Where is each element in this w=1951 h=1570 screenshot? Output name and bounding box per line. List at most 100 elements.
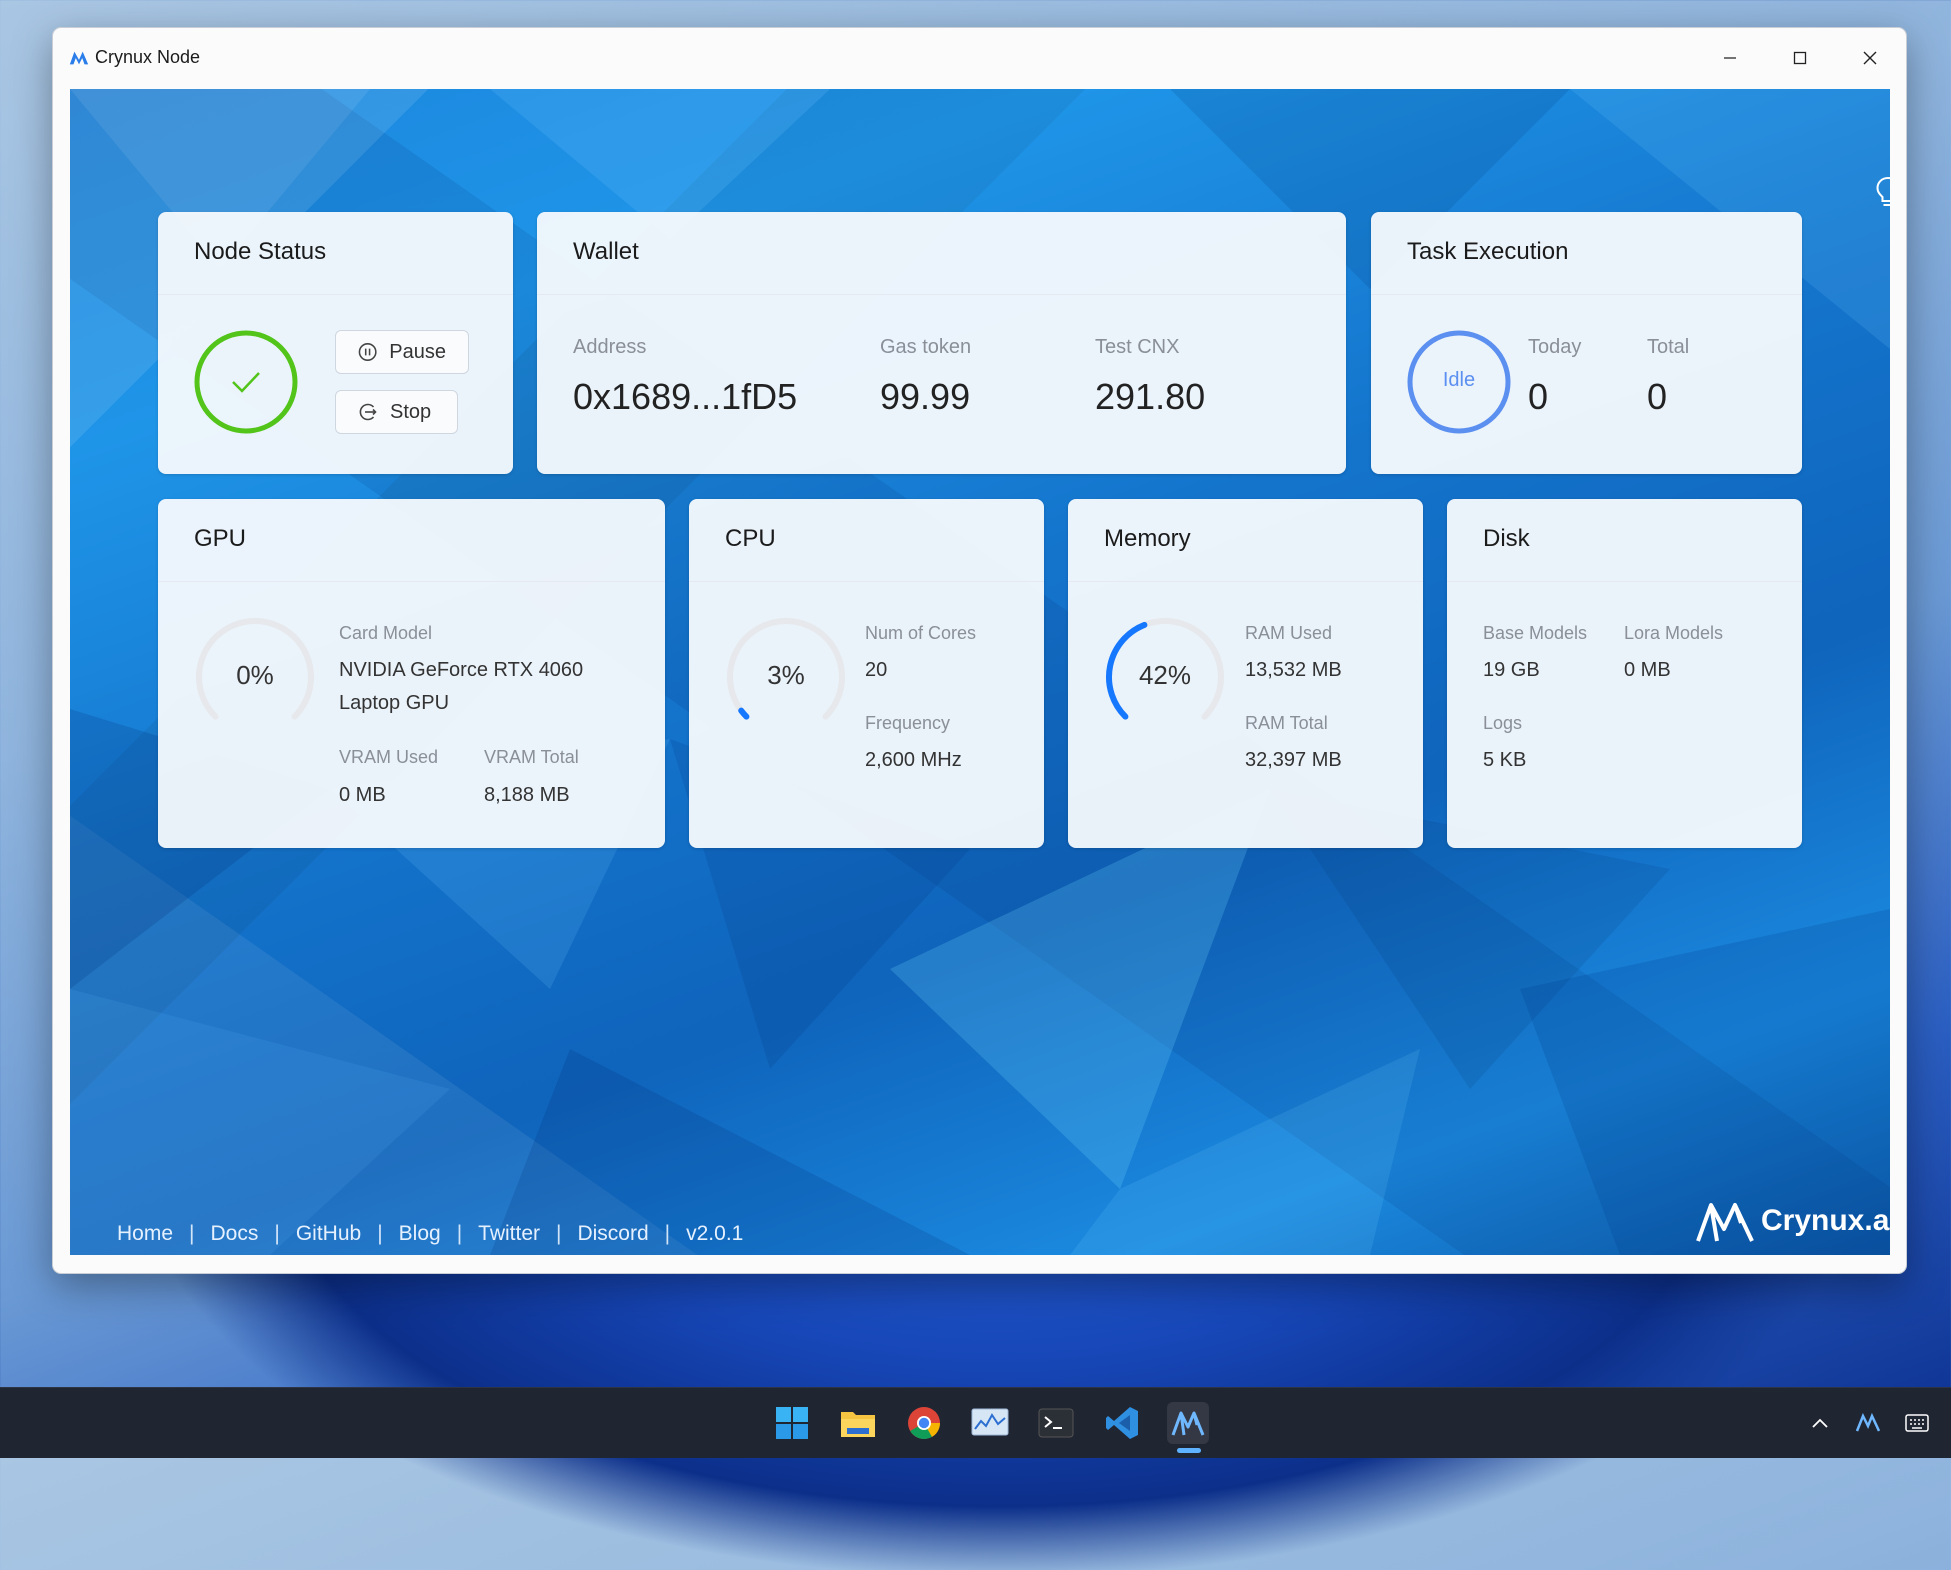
- keyboard-glyph: [1905, 1414, 1929, 1432]
- node-status-card: Node Status Pause Stop: [158, 212, 513, 474]
- logs-label: Logs: [1483, 713, 1523, 733]
- folder-icon: [841, 1412, 875, 1437]
- vram-used-value: 0 MB: [339, 784, 386, 806]
- ram-total-value: 32,397 MB: [1245, 749, 1342, 771]
- close-icon: [1863, 51, 1877, 65]
- total-label: Total: [1647, 336, 1690, 358]
- lora-models-value: 0 MB: [1624, 659, 1671, 681]
- main-content: Node Status Pause Stop Wallet Address 0x…: [70, 89, 1890, 1255]
- brand-logo[interactable]: Crynux.ai: [1695, 1199, 1890, 1243]
- footer-link-discord[interactable]: Discord: [577, 1222, 648, 1245]
- divider: [689, 581, 1044, 582]
- address-value[interactable]: 0x1689...1fD5: [573, 376, 797, 418]
- cpu-usage-text: 3%: [767, 660, 805, 690]
- wallet-card: Wallet Address 0x1689...1fD5 Gas token 9…: [537, 212, 1346, 474]
- minimize-button[interactable]: [1710, 40, 1750, 76]
- address-label: Address: [573, 336, 647, 358]
- today-label: Today: [1528, 336, 1582, 358]
- separator: |: [189, 1222, 195, 1245]
- card-title: Task Execution: [1407, 238, 1569, 265]
- crynux-app-icon: [1171, 1411, 1205, 1436]
- gas-token-label: Gas token: [880, 336, 972, 358]
- window-title: Crynux Node: [95, 47, 201, 67]
- separator: |: [664, 1222, 671, 1245]
- crynux-tray-icon[interactable]: [1848, 1402, 1888, 1444]
- separator: |: [274, 1222, 280, 1245]
- divider: [1447, 581, 1802, 582]
- base-models-value: 19 GB: [1483, 659, 1540, 681]
- separator: |: [556, 1222, 562, 1245]
- keyboard-icon[interactable]: [1897, 1402, 1937, 1444]
- crynux-logo-icon: [69, 51, 89, 65]
- logs-value: 5 KB: [1483, 749, 1527, 771]
- windows-start-icon[interactable]: [771, 1402, 813, 1444]
- file-explorer-icon[interactable]: [837, 1402, 879, 1444]
- memory-usage-text: 42%: [1138, 660, 1192, 690]
- divider: [537, 294, 1346, 295]
- ram-used-value: 13,532 MB: [1245, 659, 1342, 681]
- crynux-brand-icon: [1696, 1203, 1754, 1242]
- separator: |: [456, 1222, 463, 1245]
- active-app-indicator: [1177, 1448, 1201, 1453]
- divider: [158, 294, 513, 295]
- card-model-label: Card Model: [339, 623, 433, 643]
- monitor-chart-icon: [971, 1408, 1009, 1436]
- close-button[interactable]: [1850, 40, 1890, 76]
- app-window: Crynux Node Node Status Pause Stop Walle…: [52, 27, 1907, 1274]
- vscode-icon[interactable]: [1101, 1402, 1143, 1444]
- chevron-up-icon[interactable]: [1800, 1402, 1840, 1444]
- vscode-logo: [1106, 1407, 1138, 1439]
- total-value: 0: [1647, 376, 1668, 417]
- chrome-icon[interactable]: [903, 1402, 945, 1444]
- card-title: Disk: [1483, 525, 1530, 552]
- separator: |: [377, 1222, 383, 1245]
- ram-used-label: RAM Used: [1245, 623, 1333, 643]
- maximize-button[interactable]: [1780, 40, 1820, 76]
- running-status-icon: [194, 330, 298, 434]
- base-models-label: Base Models: [1483, 623, 1588, 643]
- taskbar: [0, 1387, 1951, 1458]
- footer-link-blog[interactable]: Blog: [399, 1222, 441, 1245]
- stop-label: Stop: [390, 400, 432, 423]
- footer-link-docs[interactable]: Docs: [211, 1222, 259, 1245]
- windows-logo: [776, 1407, 808, 1439]
- brand-text: Crynux.ai: [1761, 1204, 1890, 1237]
- resource-monitor-icon[interactable]: [969, 1402, 1011, 1444]
- card-model-line2: Laptop GPU: [339, 692, 450, 714]
- footer-link-home[interactable]: Home: [117, 1222, 173, 1245]
- footer-link-github[interactable]: GitHub: [296, 1222, 361, 1245]
- card-model-line1: NVIDIA GeForce RTX 4060: [339, 659, 584, 681]
- cores-value: 20: [865, 659, 888, 681]
- stop-button[interactable]: Stop: [335, 390, 458, 434]
- task-status-text: Idle: [1442, 369, 1476, 391]
- title-bar[interactable]: Crynux Node: [53, 28, 1906, 88]
- memory-card: Memory 42% RAM Used 13,532 MB RAM Total …: [1068, 499, 1423, 848]
- lightbulb-icon[interactable]: [1875, 176, 1890, 210]
- task-execution-card: Task Execution Idle Today 0 Total 0: [1371, 212, 1802, 474]
- vram-total-value: 8,188 MB: [484, 784, 570, 806]
- divider: [158, 581, 665, 582]
- card-title: CPU: [725, 525, 776, 552]
- lora-models-label: Lora Models: [1624, 623, 1724, 643]
- gas-token-value: 99.99: [880, 376, 971, 417]
- frequency-label: Frequency: [865, 713, 951, 733]
- vram-total-label: VRAM Total: [484, 747, 579, 767]
- crynux-tray-glyph: [1856, 1413, 1880, 1432]
- test-cnx-value: 291.80: [1095, 376, 1206, 417]
- card-title: Wallet: [573, 238, 639, 265]
- disk-card: Disk Base Models 19 GB Lora Models 0 MB …: [1447, 499, 1802, 848]
- pause-icon: [358, 343, 377, 361]
- cores-label: Num of Cores: [865, 623, 977, 643]
- version-text: v2.0.1: [686, 1222, 744, 1245]
- card-title: Memory: [1104, 525, 1191, 552]
- chevron-up-glyph: [1812, 1418, 1828, 1428]
- frequency-value: 2,600 MHz: [865, 749, 962, 771]
- pause-button[interactable]: Pause: [335, 330, 469, 374]
- pause-label: Pause: [389, 340, 446, 363]
- footer-link-twitter[interactable]: Twitter: [478, 1222, 540, 1245]
- cpu-card: CPU 3% Num of Cores 20 Frequency 2,600 M…: [689, 499, 1044, 848]
- terminal-window-icon: [1038, 1408, 1074, 1438]
- crynux-taskbar-icon[interactable]: [1167, 1402, 1209, 1444]
- divider: [1068, 581, 1423, 582]
- terminal-icon[interactable]: [1035, 1402, 1077, 1444]
